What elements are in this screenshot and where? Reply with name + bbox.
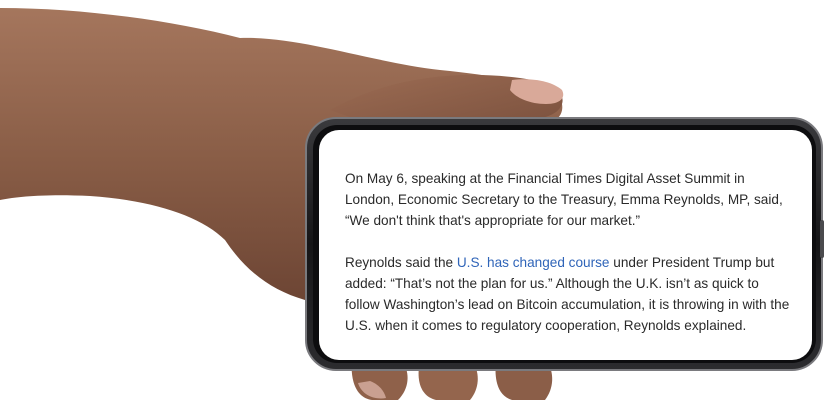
us-changed-course-link[interactable]: U.S. has changed course [457,255,610,270]
article-paragraph-1: On May 6, speaking at the Financial Time… [345,171,783,228]
phone-side-button [820,220,824,258]
article-paragraph-2: Reynolds said the U.S. has changed cours… [345,252,795,336]
article-excerpt: On May 6, speaking at the Financial Time… [345,168,795,357]
paragraph-2-text-start: Reynolds said the [345,255,457,270]
phone-screen: On May 6, speaking at the Financial Time… [319,130,812,360]
